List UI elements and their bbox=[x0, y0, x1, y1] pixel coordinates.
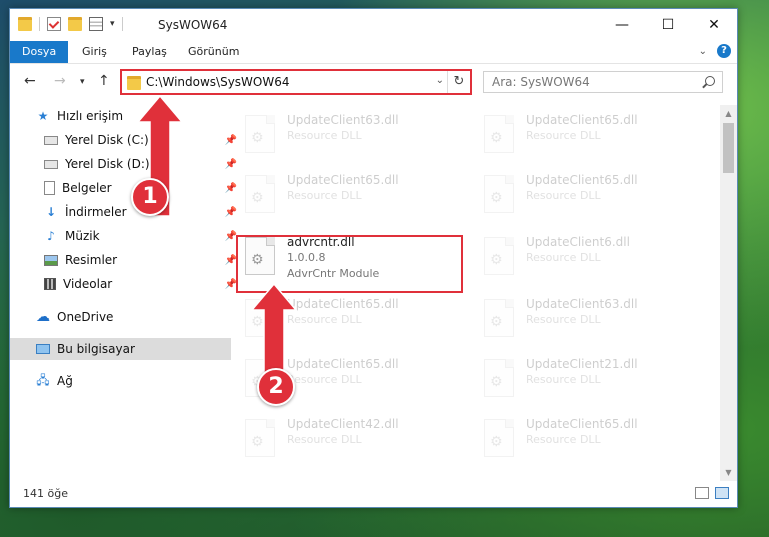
sidebar-item-label: Müzik bbox=[65, 229, 100, 243]
dll-file-icon: ⚙ bbox=[484, 237, 514, 275]
sidebar-item-this-pc[interactable]: Bu bilgisayar bbox=[10, 338, 231, 360]
file-explorer-window: ▾ SysWOW64 — ☐ ✕ Dosya Giriş Paylaş Görü… bbox=[9, 8, 738, 508]
list-item[interactable]: ⚙ UpdateClient65.dll Resource DLL bbox=[233, 169, 448, 221]
list-item[interactable]: ⚙ UpdateClient65.dll Resource DLL bbox=[472, 413, 687, 465]
navigation-bar: ← → ▾ ↑ C:\Windows\SysWOW64 ⌄ ↻ Ara: Sys… bbox=[10, 67, 737, 97]
computer-icon bbox=[36, 344, 50, 354]
status-bar: 141 öğe bbox=[10, 481, 737, 507]
tab-home[interactable]: Giriş bbox=[70, 41, 119, 63]
network-icon: 🖧 bbox=[36, 372, 50, 387]
recent-locations-chevron-icon[interactable]: ▾ bbox=[80, 77, 85, 87]
dll-file-icon: ⚙ bbox=[484, 299, 514, 337]
help-icon[interactable]: ? bbox=[717, 44, 731, 58]
sidebar-item-label: Resimler bbox=[65, 253, 118, 267]
drive-icon bbox=[44, 135, 58, 145]
properties-check-icon[interactable] bbox=[47, 17, 61, 31]
tab-file[interactable]: Dosya bbox=[10, 41, 69, 63]
tiles-view-icon[interactable] bbox=[715, 487, 729, 499]
back-arrow-icon[interactable]: ← bbox=[24, 73, 36, 89]
list-item[interactable]: ⚙ UpdateClient65.dll Resource DLL bbox=[472, 109, 687, 161]
address-bar[interactable]: C:\Windows\SysWOW64 ⌄ ↻ bbox=[120, 69, 472, 95]
address-path[interactable]: C:\Windows\SysWOW64 bbox=[146, 75, 290, 89]
step-badge-2: 2 bbox=[257, 368, 295, 406]
dll-file-icon: ⚙ bbox=[245, 175, 275, 213]
sidebar-item-label: Hızlı erişim bbox=[57, 109, 124, 123]
sidebar-item-onedrive[interactable]: ☁ OneDrive bbox=[10, 306, 231, 328]
ribbon-tabs: Dosya Giriş Paylaş Görünüm ⌄ ? bbox=[10, 41, 737, 64]
download-icon: ↓ bbox=[45, 205, 57, 219]
dll-file-icon: ⚙ bbox=[484, 359, 514, 397]
music-icon: ♪ bbox=[47, 229, 55, 243]
document-icon bbox=[44, 181, 55, 195]
scroll-down-arrow-icon[interactable]: ▼ bbox=[720, 464, 737, 481]
list-item[interactable]: ⚙ UpdateClient21.dll Resource DLL bbox=[472, 353, 687, 405]
sidebar-item-music[interactable]: ♪ Müzik 📌 bbox=[10, 225, 239, 247]
properties-icon[interactable] bbox=[89, 17, 103, 31]
cloud-icon: ☁ bbox=[36, 309, 50, 325]
search-placeholder: Ara: SysWOW64 bbox=[492, 75, 590, 89]
item-count: 141 öğe bbox=[23, 487, 68, 500]
forward-arrow-icon[interactable]: → bbox=[54, 73, 66, 89]
step-badge-1: 1 bbox=[131, 178, 169, 216]
drive-icon bbox=[44, 159, 58, 169]
dll-file-icon: ⚙ bbox=[245, 115, 275, 153]
list-item[interactable]: ⚙ UpdateClient65.dll Resource DLL bbox=[472, 169, 687, 221]
search-icon[interactable] bbox=[705, 76, 715, 86]
sidebar-item-network[interactable]: 🖧 Ağ bbox=[10, 370, 231, 392]
minimize-button[interactable]: — bbox=[599, 9, 645, 41]
folder-icon bbox=[18, 17, 32, 31]
list-item[interactable]: ⚙ UpdateClient6.dll Resource DLL bbox=[472, 231, 687, 283]
folder-icon bbox=[127, 76, 141, 90]
quick-access-toolbar: ▾ bbox=[18, 17, 123, 31]
sidebar-item-label: Bu bilgisayar bbox=[57, 342, 135, 356]
list-item[interactable]: ⚙ UpdateClient63.dll Resource DLL bbox=[472, 293, 687, 345]
sidebar-item-videos[interactable]: Videolar 📌 bbox=[10, 273, 239, 295]
toolbar-divider bbox=[121, 17, 123, 31]
sidebar-item-pictures[interactable]: Resimler 📌 bbox=[10, 249, 239, 271]
list-item[interactable]: ⚙ UpdateClient63.dll Resource DLL bbox=[233, 109, 448, 161]
up-arrow-icon[interactable]: ↑ bbox=[98, 73, 110, 89]
scrollbar-thumb[interactable] bbox=[723, 123, 734, 173]
new-folder-icon[interactable] bbox=[68, 17, 82, 31]
sidebar-item-label: Videolar bbox=[63, 277, 113, 291]
refresh-icon[interactable]: ↻ bbox=[447, 71, 470, 93]
dll-file-icon: ⚙ bbox=[484, 419, 514, 457]
dll-file-icon: ⚙ bbox=[245, 419, 275, 457]
sidebar-item-label: İndirmeler bbox=[65, 205, 127, 219]
scroll-up-arrow-icon[interactable]: ▲ bbox=[720, 105, 737, 122]
expand-ribbon-chevron-icon[interactable]: ⌄ bbox=[699, 46, 707, 57]
sidebar-item-label: Ağ bbox=[57, 374, 73, 388]
details-view-icon[interactable] bbox=[695, 487, 709, 499]
tab-view[interactable]: Görünüm bbox=[176, 41, 251, 63]
sidebar-item-label: Belgeler bbox=[62, 181, 112, 195]
dll-file-icon: ⚙ bbox=[484, 115, 514, 153]
tab-share[interactable]: Paylaş bbox=[120, 41, 179, 63]
video-icon bbox=[44, 278, 56, 290]
list-item[interactable]: ⚙ UpdateClient42.dll Resource DLL bbox=[233, 413, 448, 465]
address-dropdown-chevron-icon[interactable]: ⌄ bbox=[436, 75, 444, 86]
close-button[interactable]: ✕ bbox=[691, 9, 737, 41]
title-bar: ▾ SysWOW64 — ☐ ✕ bbox=[10, 9, 737, 41]
pictures-icon bbox=[44, 254, 58, 266]
vertical-scrollbar[interactable]: ▲ ▼ bbox=[720, 105, 737, 481]
dll-file-icon: ⚙ bbox=[484, 175, 514, 213]
star-icon: ★ bbox=[37, 109, 49, 123]
maximize-button[interactable]: ☐ bbox=[645, 9, 691, 41]
toolbar-divider bbox=[39, 17, 40, 31]
customize-toolbar-chevron-icon[interactable]: ▾ bbox=[110, 19, 115, 29]
window-title: SysWOW64 bbox=[158, 18, 228, 32]
search-input[interactable]: Ara: SysWOW64 bbox=[483, 71, 723, 93]
sidebar-item-label: OneDrive bbox=[57, 310, 114, 324]
